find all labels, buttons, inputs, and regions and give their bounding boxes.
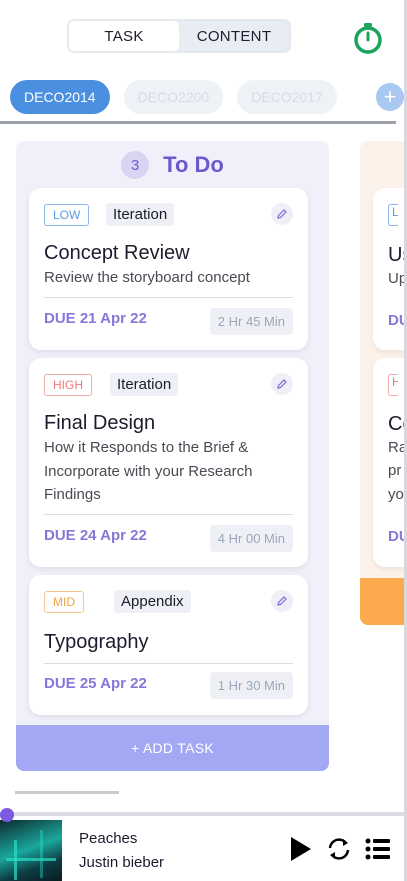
song-title: Peaches [79, 830, 138, 847]
category-tag: Iteration [106, 203, 175, 226]
card-divider [44, 297, 293, 298]
task-description: How it Responds to the Brief & Incorpora… [44, 439, 253, 503]
card-divider [44, 663, 293, 664]
column-header: 3 To Do [16, 151, 329, 179]
playback-progress-handle[interactable] [0, 808, 14, 822]
priority-badge: MID [44, 591, 84, 613]
task-toggle-button[interactable]: TASK [69, 21, 179, 51]
duration-badge: 4 Hr 00 Min [209, 525, 293, 552]
due-date: DUE 25 Apr 22 [44, 675, 147, 692]
due-date: DUE 21 Apr 22 [44, 310, 147, 327]
task-card[interactable]: L Us Up DU [373, 188, 407, 350]
add-course-button[interactable]: + [376, 83, 404, 111]
course-scroll-indicator [0, 121, 396, 124]
priority-badge: HIGH [44, 374, 92, 396]
stopwatch-icon[interactable] [352, 22, 384, 54]
play-icon[interactable] [287, 835, 313, 863]
task-description: Review the storyboard concept [44, 269, 250, 286]
priority-badge: LOW [44, 204, 90, 226]
playlist-icon[interactable] [365, 835, 391, 863]
task-count-badge: 3 [121, 151, 150, 179]
task-card[interactable]: MID Appendix Typography DUE 25 Apr 22 1 … [29, 575, 308, 715]
due-date: DUE 24 Apr 22 [44, 527, 147, 544]
task-content-toggle: TASK CONTENT [67, 19, 291, 53]
course-chip-deco2017[interactable]: DECO2017 [237, 80, 337, 114]
card-divider [44, 514, 293, 515]
next-column-peek: L Us Up DU H Co Ra pr yo DU [360, 141, 407, 625]
content-toggle-button[interactable]: CONTENT [179, 21, 289, 51]
priority-badge: L [388, 204, 398, 226]
course-chip-deco2200[interactable]: DECO2200 [123, 80, 224, 114]
task-card[interactable]: H Co Ra pr yo DU [373, 358, 407, 567]
add-task-button[interactable] [360, 578, 407, 625]
priority-badge: H [388, 374, 398, 396]
pencil-icon[interactable] [271, 590, 293, 612]
pencil-icon[interactable] [271, 203, 293, 225]
task-title: Typography [44, 631, 149, 653]
horizontal-scrollbar[interactable] [15, 791, 119, 794]
task-title: Final Design [44, 412, 156, 434]
music-player: Peaches Justin bieber [0, 812, 407, 881]
repeat-icon[interactable] [326, 835, 352, 863]
category-tag: Appendix [114, 590, 191, 613]
pencil-icon[interactable] [271, 373, 293, 395]
course-chip-list: DECO2014 DECO2200 DECO2017 [10, 80, 337, 114]
task-card[interactable]: LOW Iteration Concept Review Review the … [29, 188, 308, 350]
artist-name: Justin bieber [79, 854, 165, 871]
course-chip-deco2014[interactable]: DECO2014 [10, 80, 110, 114]
task-card[interactable]: HIGH Iteration Final Design How it Respo… [29, 358, 308, 567]
task-title: Concept Review [44, 242, 190, 264]
column-title: To Do [163, 152, 224, 177]
duration-badge: 1 Hr 30 Min [209, 672, 293, 699]
category-tag: Iteration [110, 373, 179, 396]
todo-column: 3 To Do LOW Iteration Concept Review Rev… [16, 141, 329, 771]
album-art[interactable] [0, 820, 62, 881]
duration-badge: 2 Hr 45 Min [209, 308, 293, 335]
add-task-button[interactable]: + ADD TASK [16, 725, 329, 771]
